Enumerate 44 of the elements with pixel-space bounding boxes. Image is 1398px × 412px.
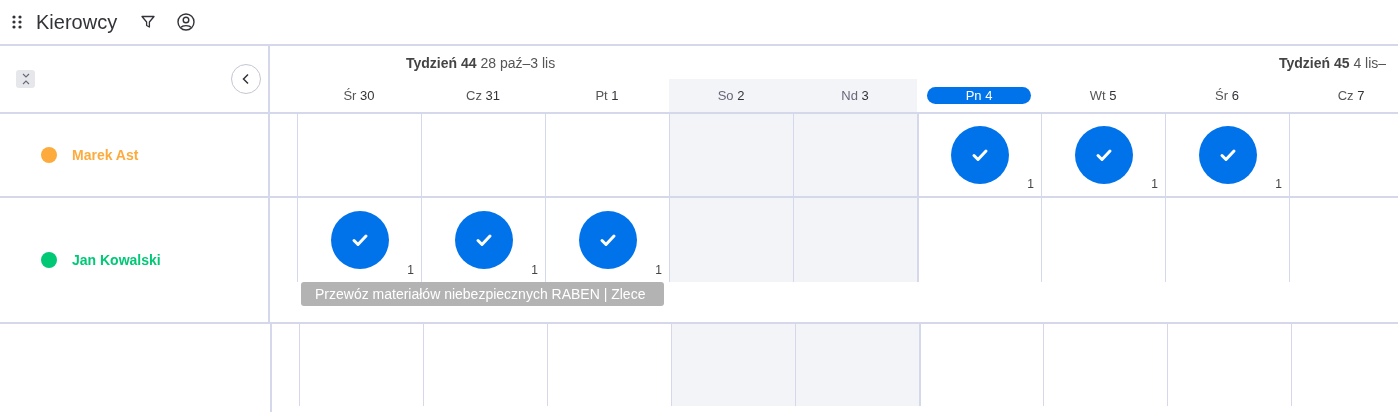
board-title: Kierowcy	[36, 10, 118, 34]
calendar-cell[interactable]	[795, 324, 919, 406]
calendar-cell[interactable]: 1	[297, 198, 421, 282]
day-label: Pt 1	[595, 87, 619, 104]
collapse-panel-button[interactable]	[231, 64, 261, 94]
calendar-cell[interactable]	[793, 198, 917, 282]
check-circle-icon[interactable]	[454, 211, 513, 269]
item-count: 1	[1027, 177, 1034, 191]
calendar-cell[interactable]	[793, 114, 917, 196]
task-tooltip: Przewóz materiałów niebezpiecznych RABEN | Zlece	[301, 282, 664, 306]
person-icon[interactable]	[177, 13, 196, 31]
check-circle-icon[interactable]	[951, 126, 1009, 184]
week-label: Tydzień 45 4 lis–	[1279, 54, 1387, 71]
day-label: Cz 31	[466, 87, 500, 104]
item-count: 1	[1275, 177, 1282, 191]
item-count: 1	[531, 263, 538, 277]
calendar-cell[interactable]: 1	[1041, 114, 1165, 196]
day-label: Wt 5	[1089, 87, 1117, 104]
week-label: Tydzień 44 28 paź–3 lis	[406, 54, 556, 71]
calendar-cell[interactable]: 1	[1165, 114, 1289, 196]
day-label: Nd 3	[841, 87, 869, 104]
day-label: Śr 6	[1215, 87, 1239, 104]
calendar-cell[interactable]	[671, 324, 795, 406]
filter-icon[interactable]	[141, 15, 156, 29]
check-circle-icon[interactable]	[578, 211, 637, 269]
item-count: 1	[407, 263, 414, 277]
day-label: Cz 7	[1337, 87, 1365, 104]
calendar-cell[interactable]: 1	[917, 114, 1041, 196]
grip-icon[interactable]	[12, 15, 22, 29]
item-count: 1	[655, 263, 662, 277]
collapse-all-button[interactable]	[16, 70, 35, 88]
day-label: Śr 30	[343, 87, 375, 104]
calendar-cell[interactable]	[669, 114, 793, 196]
today-marker: Pn 4	[927, 87, 1031, 104]
chevron-left-icon	[241, 73, 251, 85]
calendar-cell[interactable]	[669, 198, 793, 282]
chevrons-icon	[20, 73, 31, 85]
calendar-cell[interactable]: 1	[421, 198, 545, 282]
check-circle-icon[interactable]	[1074, 126, 1133, 184]
item-count: 1	[1151, 177, 1158, 191]
check-circle-icon[interactable]	[1198, 126, 1257, 184]
check-circle-icon[interactable]	[330, 211, 389, 269]
day-label: So 2	[717, 87, 745, 104]
calendar-cell[interactable]: 1	[545, 198, 669, 282]
